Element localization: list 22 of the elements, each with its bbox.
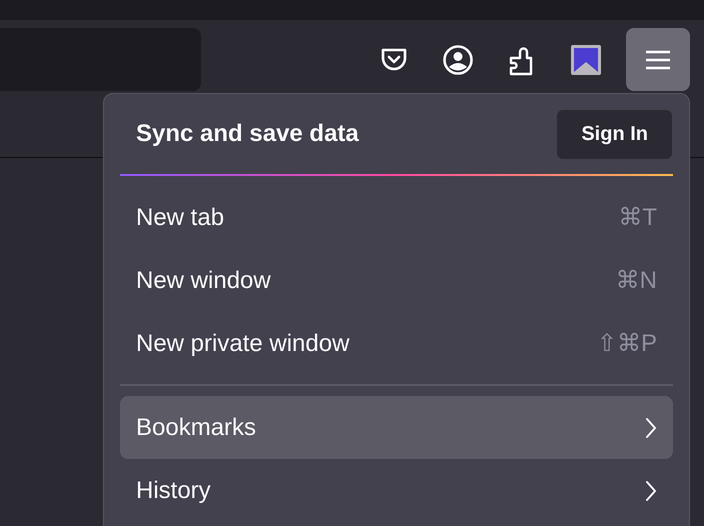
shortcut-label: ⇧⌘P [596, 329, 657, 358]
menu-icon [645, 50, 671, 70]
menu-item-label: New window [136, 266, 271, 294]
pocket-icon [379, 46, 409, 74]
menu-item[interactable]: New private window ⇧⌘P [120, 312, 673, 375]
menu-item-label: History [136, 476, 211, 504]
chevron-icon [645, 480, 657, 502]
shortcut-label: ⌘N [616, 266, 657, 295]
menu-item[interactable]: New window ⌘N [120, 249, 673, 312]
account-icon [442, 44, 474, 76]
sign-in-button[interactable]: Sign In [557, 110, 672, 158]
menu-item-label: New tab [136, 204, 224, 232]
chevron-icon [645, 416, 657, 438]
menu-title: Sync and save data [136, 120, 359, 148]
menu-item[interactable]: Bookmarks [120, 396, 673, 459]
menu-item-label: Bookmarks [136, 414, 256, 442]
bookmark-icon [570, 44, 602, 76]
menu-item-label: New private window [136, 330, 350, 358]
menu-item[interactable]: History [120, 459, 673, 522]
shortcut-label: ⌘T [618, 203, 657, 232]
menu-button[interactable] [626, 28, 690, 91]
menu-item[interactable]: New tab ⌘T [120, 186, 673, 249]
